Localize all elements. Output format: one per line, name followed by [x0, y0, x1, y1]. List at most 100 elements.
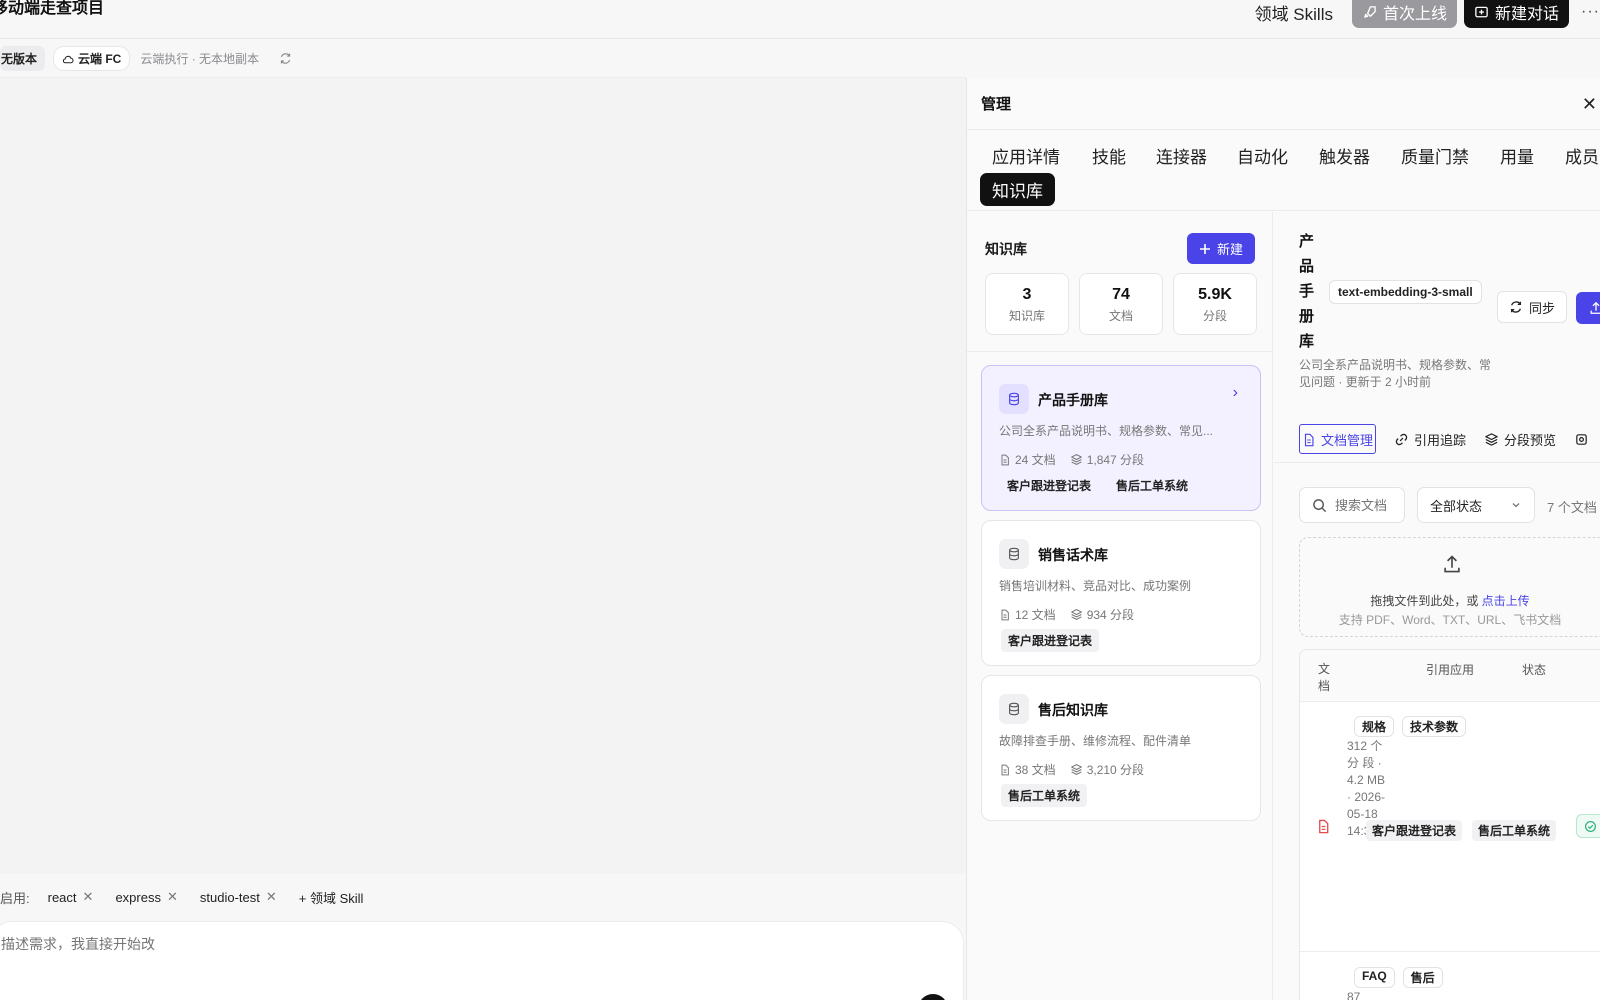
layers-icon: [1070, 609, 1082, 620]
tab-label: 引用追踪: [1414, 432, 1467, 448]
kb-card-desc: 公司全系产品说明书、规格参数、常见...: [999, 424, 1214, 438]
table-header: 文档 引用应用 状态: [1300, 650, 1600, 702]
upload-icon: [1590, 301, 1600, 314]
skill-label: react: [47, 889, 77, 905]
dropzone-instructions: 拖拽文件到此处，或: [1370, 594, 1479, 608]
kb-list-title: 知识库: [985, 240, 1027, 257]
tab-automation[interactable]: 自动化: [1237, 143, 1288, 168]
stat-card: 3 知识库: [985, 273, 1069, 335]
doc-search-input[interactable]: [1335, 497, 1399, 513]
document-table: 文档 引用应用 状态 规格 技术参数 312 个 分 段 · 4.2 MB · …: [1299, 649, 1600, 1000]
remove-skill-icon[interactable]: ✕: [266, 889, 277, 905]
kb-card-desc: 故障排查手册、维修流程、配件清单: [999, 734, 1192, 748]
database-icon: [999, 694, 1029, 724]
doc-total-count: 7 个文档: [1547, 500, 1597, 515]
top-bar: 移动端走查项目 领域 Skills 首次上线 新建对话 ···: [0, 0, 1600, 39]
upload-button[interactable]: [1576, 292, 1600, 324]
kb-card-desc: 销售培训材料、竞品对比、成功案例: [999, 579, 1192, 593]
cloud-badge[interactable]: 云端 FC: [53, 46, 131, 71]
app-tag: 售后工单系统: [1116, 479, 1189, 493]
stat-value: 3: [1022, 286, 1032, 303]
add-domain-skill-button[interactable]: + 领域 Skill: [299, 888, 364, 907]
tab-connectors[interactable]: 连接器: [1156, 143, 1207, 168]
close-icon[interactable]: ✕: [1582, 94, 1597, 115]
sync-button[interactable]: 同步: [1497, 291, 1568, 323]
settings-tab-icon[interactable]: [1574, 432, 1589, 447]
domain-skills-link[interactable]: 领域 Skills: [1255, 0, 1333, 25]
refresh-icon[interactable]: [279, 52, 292, 65]
tab-reference-tracking[interactable]: 引用追踪: [1394, 430, 1466, 449]
version-badge[interactable]: 无版本: [0, 46, 46, 71]
doc-tag: 售后: [1402, 967, 1443, 988]
refresh-icon: [1510, 301, 1522, 313]
divider: [967, 351, 1273, 352]
first-launch-button[interactable]: 首次上线: [1351, 0, 1457, 28]
first-launch-label: 首次上线: [1382, 6, 1447, 23]
tab-doc-management[interactable]: 文档管理: [1299, 424, 1377, 454]
table-row[interactable]: FAQ 售后 87: [1300, 953, 1600, 1000]
remove-skill-icon[interactable]: ✕: [167, 889, 178, 905]
tab-segment-preview[interactable]: 分段预览: [1484, 430, 1556, 449]
message-composer: [0, 921, 964, 1000]
new-kb-button[interactable]: 新建: [1186, 233, 1255, 264]
tab-app-details[interactable]: 应用详情: [992, 143, 1060, 168]
app-tag: 售后工单系统: [1001, 784, 1088, 807]
status-filter-value: 全部状态: [1430, 498, 1483, 514]
doc-count: 24 文档: [1015, 453, 1056, 467]
kb-card-sales-scripts[interactable]: 销售话术库 销售培训材料、竞品对比、成功案例 12 文档 934 分段 客户跟进…: [981, 520, 1261, 666]
panel-title: 管理: [981, 96, 1012, 113]
tab-skills[interactable]: 技能: [1092, 143, 1126, 168]
doc-count: 12 文档: [1015, 608, 1056, 622]
message-input[interactable]: [1, 936, 601, 952]
doc-count: 38 文档: [1015, 763, 1056, 777]
send-button[interactable]: [918, 994, 948, 1000]
ref-app-tag: 售后工单系统: [1472, 820, 1557, 841]
upload-dropzone[interactable]: 拖拽文件到此处，或 点击上传 支持 PDF、Word、TXT、URL、飞书文档: [1299, 537, 1600, 637]
column-header-doc: 文档: [1318, 662, 1331, 693]
kb-stats: 3 知识库 74 文档 5.9K 分段: [985, 273, 1257, 335]
skill-chip-express: express ✕: [115, 889, 177, 905]
divider: [1274, 462, 1600, 463]
more-menu-icon[interactable]: ···: [1581, 3, 1600, 21]
enabled-skills-row: 启用: react ✕ express ✕ studio-test ✕ + 领域…: [0, 884, 363, 910]
stat-label: 知识库: [1008, 309, 1045, 323]
column-header-status: 状态: [1522, 663, 1547, 677]
panel-tabs: 应用详情 技能 连接器 自动化 触发器 质量门禁 用量 成员 知识库: [967, 130, 1600, 211]
tab-knowledge-base[interactable]: 知识库: [980, 173, 1055, 206]
app-tag: 客户跟进登记表: [1001, 629, 1100, 652]
doc-meta: 87: [1347, 990, 1361, 1000]
doc-tag: FAQ: [1354, 967, 1395, 988]
kb-card-meta: 38 文档 3,210 分段: [999, 761, 1144, 778]
tab-usage[interactable]: 用量: [1500, 143, 1534, 168]
status-filter-select[interactable]: 全部状态: [1417, 487, 1535, 523]
kb-card-product-manual[interactable]: 产品手册库 › 公司全系产品说明书、规格参数、常见... 24 文档 1,847…: [981, 365, 1261, 511]
chevron-down-icon: [1512, 503, 1520, 508]
database-icon: [999, 539, 1029, 569]
doc-tags: FAQ 售后: [1354, 967, 1443, 988]
tab-members[interactable]: 成员: [1565, 143, 1599, 168]
file-icon: [1001, 609, 1009, 620]
click-upload-link[interactable]: 点击上传: [1482, 594, 1530, 608]
dropzone-text: 拖拽文件到此处，或 点击上传: [1300, 592, 1600, 609]
new-chat-button[interactable]: 新建对话: [1464, 0, 1570, 28]
remove-skill-icon[interactable]: ✕: [83, 889, 94, 905]
chat-canvas: [0, 78, 966, 874]
kb-card-meta: 12 文档 934 分段: [999, 606, 1134, 623]
search-icon: [1313, 498, 1327, 512]
stat-card: 74 文档: [1079, 273, 1163, 335]
chevron-right-icon: ›: [1232, 384, 1238, 401]
skills-prefix: 启用:: [0, 890, 30, 906]
kb-card-after-sales[interactable]: 售后知识库 故障排查手册、维修流程、配件清单 38 文档 3,210 分段 售后…: [981, 675, 1261, 821]
segment-count: 1,847 分段: [1086, 453, 1145, 467]
tab-triggers[interactable]: 触发器: [1319, 143, 1370, 168]
upload-icon: [1444, 555, 1460, 573]
link-icon: [1395, 433, 1408, 445]
rocket-icon: [1364, 5, 1376, 18]
kb-list-header: 知识库 新建: [985, 233, 1255, 264]
top-actions: 领域 Skills 首次上线 新建对话 ···: [1255, 0, 1600, 28]
table-row[interactable]: 规格 技术参数 312 个 分 段 · 4.2 MB · 2026-05-18 …: [1300, 702, 1600, 952]
tab-quality-gate[interactable]: 质量门禁: [1401, 143, 1469, 168]
kb-card-name: 产品手册库: [1038, 392, 1108, 408]
kb-card-name: 售后知识库: [1038, 702, 1108, 718]
cloud-label: 云端 FC: [78, 52, 122, 66]
